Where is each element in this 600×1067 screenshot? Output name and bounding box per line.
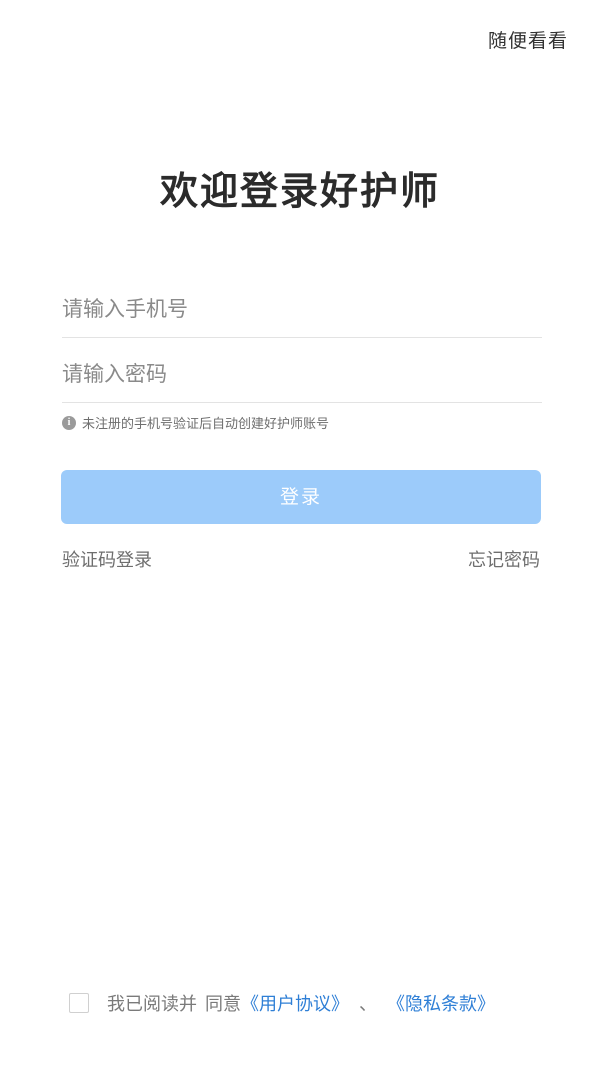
skip-browse-link[interactable]: 随便看看 [488,26,568,53]
info-icon: i [62,415,76,430]
password-input[interactable] [62,338,542,402]
agreement-row: 我已阅读并 同意 《用户协议》 、 《隐私条款》 [69,990,495,1016]
forgot-password-link[interactable]: 忘记密码 [468,546,540,572]
hint-text: 未注册的手机号验证后自动创建好护师账号 [82,417,330,432]
agreement-prefix-agree: 同意 [205,994,241,1015]
phone-field [62,273,542,338]
page-title: 欢迎登录好护师 [159,169,440,213]
user-agreement-link[interactable]: 《用户协议》 [241,990,349,1016]
phone-input[interactable] [62,273,542,337]
agreement-separator: 、 [359,994,377,1015]
login-button[interactable]: 登录 [61,470,541,524]
sms-login-link[interactable]: 验证码登录 [62,546,152,572]
registration-hint: i 未注册的手机号验证后自动创建好护师账号 [62,413,329,432]
agreement-prefix-read: 我已阅读并 [107,994,197,1015]
agreement-checkbox[interactable] [69,993,89,1013]
privacy-policy-link[interactable]: 《隐私条款》 [387,990,495,1016]
password-field [62,338,542,403]
